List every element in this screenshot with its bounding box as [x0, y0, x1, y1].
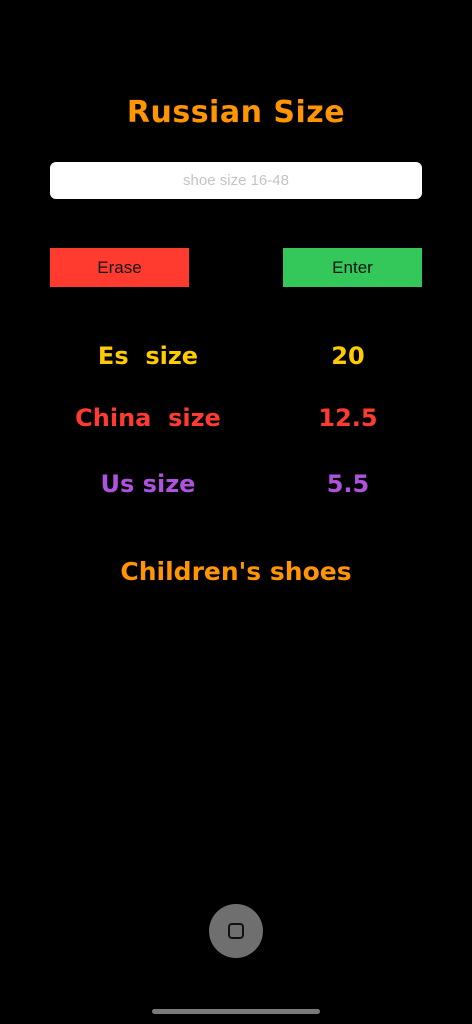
- enter-button[interactable]: Enter: [283, 248, 422, 287]
- china-size-label: China size: [75, 404, 221, 432]
- es-size-value: 20: [331, 342, 365, 370]
- square-icon: [228, 923, 244, 939]
- shoe-size-input[interactable]: [50, 162, 422, 199]
- es-size-label: Es size: [97, 342, 199, 370]
- us-size-label: Us size: [100, 470, 196, 498]
- erase-button[interactable]: Erase: [50, 248, 189, 287]
- assistive-touch-button[interactable]: [209, 904, 263, 958]
- page-title: Russian Size: [126, 95, 346, 130]
- category-label: Children's shoes: [120, 557, 352, 586]
- us-size-value: 5.5: [326, 470, 370, 498]
- china-size-value: 12.5: [318, 404, 378, 432]
- home-indicator[interactable]: [152, 1009, 320, 1014]
- shoe-size-field[interactable]: [50, 162, 422, 199]
